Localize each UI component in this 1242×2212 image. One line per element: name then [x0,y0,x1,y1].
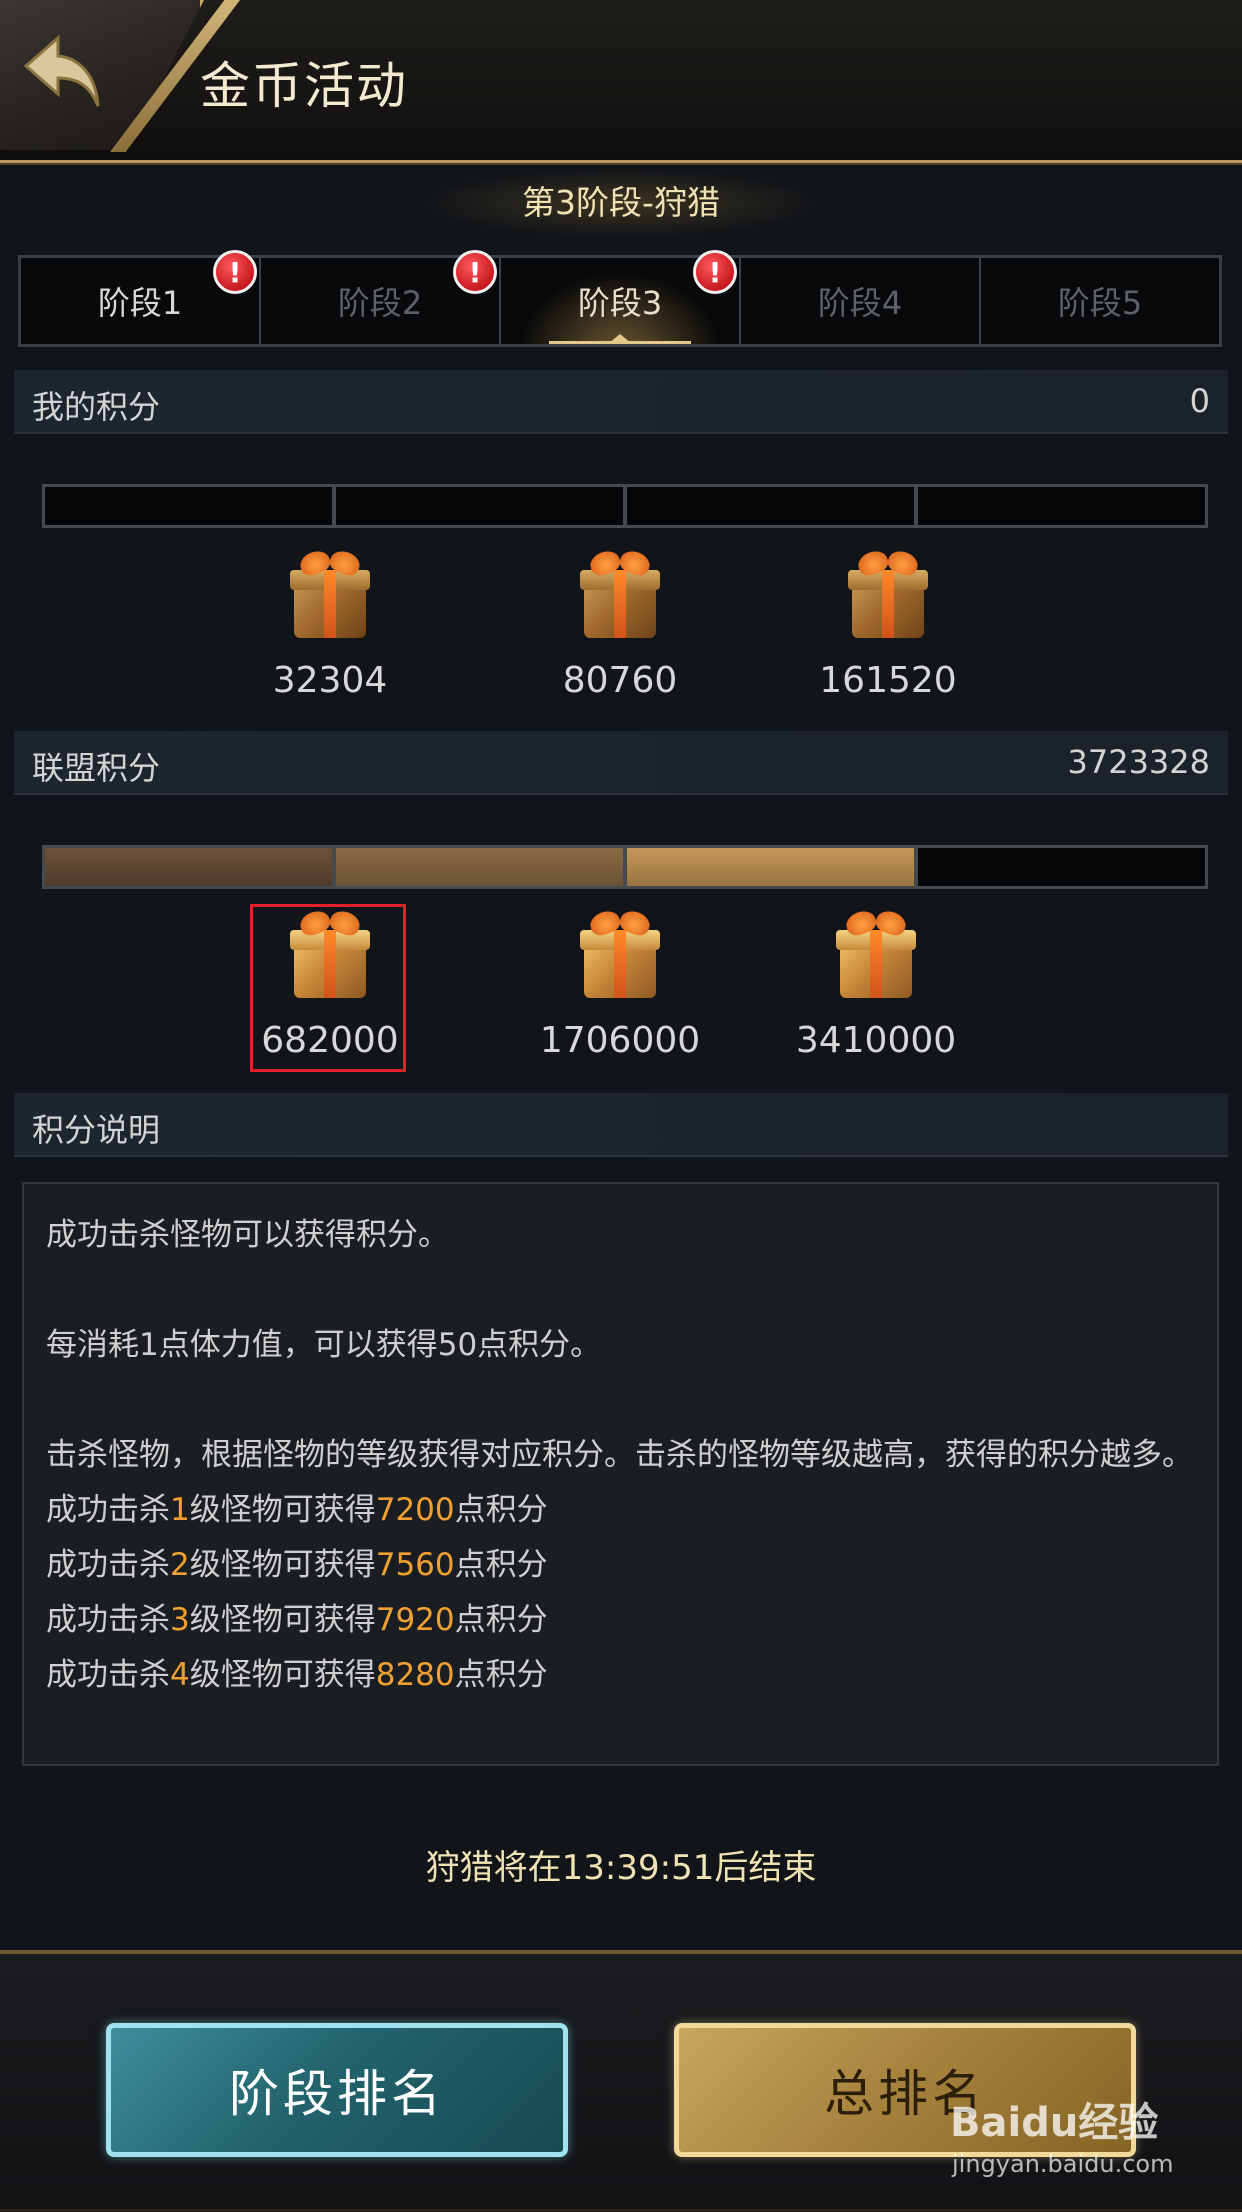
level-points-line: 成功击杀1级怪物可获得7200点积分 [46,1492,548,1528]
alliance-score-label: 联盟积分 [32,749,161,787]
level-points-line: 成功击杀2级怪物可获得7560点积分 [46,1547,548,1583]
stage-tabs: 阶段1 ! 阶段2 ! 阶段3 ! 阶段4 阶段5 [18,250,1222,347]
my-score-value: 0 [1189,382,1210,420]
my-reward-1[interactable]: 32304 [200,547,460,701]
reward-points: 32304 [272,660,388,701]
progress-segment [336,487,627,525]
alert-badge-icon: ! [693,250,737,294]
alert-badge-icon: ! [453,250,497,294]
progress-segment [627,848,918,886]
tab-stage-3[interactable]: 阶段3 ! [501,250,741,344]
level-points-line: 成功击杀3级怪物可获得7920点积分 [46,1602,548,1638]
alliance-reward-3[interactable]: 3410000 [746,907,1006,1061]
alliance-score-progress [42,845,1208,889]
reward-points: 80760 [562,660,678,701]
tab-label: 阶段5 [1057,284,1143,322]
progress-segment [336,848,627,886]
top-bar: 金币活动 [0,0,1242,163]
my-score-header: 我的积分 0 [14,370,1228,434]
tab-label: 阶段4 [817,284,903,322]
tab-stage-2[interactable]: 阶段2 ! [261,250,501,344]
tab-label: 阶段1 [97,284,183,322]
explanation-header: 积分说明 [14,1093,1228,1157]
explanation-line: 击杀怪物，根据怪物的等级获得对应积分。击杀的怪物等级越高，获得的积分越多。 [46,1437,1193,1473]
tab-label: 阶段3 [577,284,663,322]
tab-label: 阶段2 [337,284,423,322]
gift-box-icon [290,547,370,638]
gift-box-icon [836,907,916,998]
progress-segment [918,487,1205,525]
progress-segment [918,848,1205,886]
gift-box-icon [848,547,928,638]
explanation-line: 成功击杀怪物可以获得积分。 [46,1217,449,1253]
my-reward-2[interactable]: 80760 [490,547,750,701]
tab-stage-4[interactable]: 阶段4 [741,258,981,344]
my-score-label: 我的积分 [32,388,161,426]
my-reward-3[interactable]: 161520 [758,547,1018,701]
page-title: 金币活动 [200,57,408,115]
tab-stage-1[interactable]: 阶段1 ! [21,250,261,344]
watermark-logo: Baidu经验 [950,2100,1159,2146]
gift-box-icon [580,907,660,998]
reward-points: 161520 [819,660,957,701]
tab-stage-5[interactable]: 阶段5 [981,258,1219,344]
progress-segment [45,848,336,886]
alliance-score-value: 3723328 [1067,743,1210,781]
explanation-label: 积分说明 [32,1111,161,1149]
stage-ranking-button[interactable]: 阶段排名 [106,2023,568,2157]
back-arrow-icon [23,34,100,107]
explanation-panel: 成功击杀怪物可以获得积分。 每消耗1点体力值，可以获得50点积分。 击杀怪物，根… [22,1182,1219,1766]
reward-points: 1706000 [539,1020,701,1061]
reward-points: 3410000 [795,1020,957,1061]
alliance-reward-2[interactable]: 1706000 [490,907,750,1061]
stage-title: 第3阶段-狩猎 [522,183,720,222]
level-points-line: 成功击杀4级怪物可获得8280点积分 [46,1657,548,1693]
my-score-progress [42,484,1208,528]
alliance-score-header: 联盟积分 3723328 [14,731,1228,795]
highlight-box [250,904,406,1072]
progress-segment [45,487,336,525]
alert-badge-icon: ! [213,250,257,294]
countdown-timer: 狩猎将在13:39:51后结束 [425,1848,817,1888]
progress-segment [627,487,918,525]
watermark-url: jingyan.baidu.com [952,2150,1174,2178]
gift-box-icon [580,547,660,638]
explanation-line: 每消耗1点体力值，可以获得50点积分。 [46,1327,602,1363]
